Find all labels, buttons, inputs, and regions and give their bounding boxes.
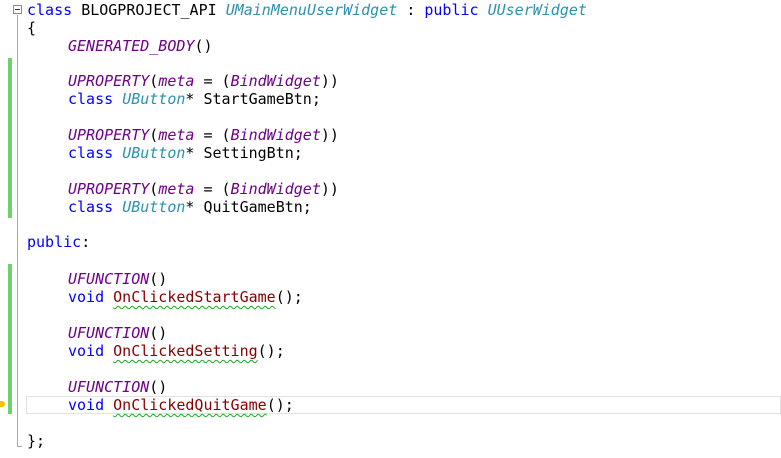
ufunction-macro: UFUNCTION xyxy=(68,270,150,288)
return-type: void xyxy=(68,396,105,414)
ufunction-parens: () xyxy=(149,378,168,396)
base-class-name: UUserWidget xyxy=(487,1,587,19)
ufunction-parens: () xyxy=(149,324,168,342)
meta-key: meta xyxy=(158,126,195,144)
function-name: OnClickedQuitGame xyxy=(113,396,267,414)
uproperty-close-parens: )) xyxy=(320,180,339,198)
code-line-class-declaration[interactable]: class BLOGPROJECT_API UMainMenuUserWidge… xyxy=(27,1,587,19)
bindwidget-specifier: BindWidget xyxy=(230,72,321,90)
code-line-ufunction[interactable]: UFUNCTION() xyxy=(68,378,167,396)
property-name: StartGameBtn; xyxy=(203,90,321,108)
code-line-uproperty[interactable]: UPROPERTY(meta = (BindWidget)) xyxy=(68,72,339,90)
uproperty-close-parens: )) xyxy=(320,72,339,90)
generated-body-parens: () xyxy=(194,37,213,55)
code-line-property-declaration[interactable]: class UButton* QuitGameBtn; xyxy=(68,198,312,216)
api-macro: BLOGPROJECT_API xyxy=(81,1,217,19)
function-name: OnClickedStartGame xyxy=(113,288,276,306)
uproperty-macro: UPROPERTY xyxy=(68,126,150,144)
code-line-ufunction[interactable]: UFUNCTION() xyxy=(68,324,167,342)
code-line-property-declaration[interactable]: class UButton* StartGameBtn; xyxy=(68,90,321,108)
code-line-function-declaration[interactable]: void OnClickedSetting(); xyxy=(68,342,285,360)
generated-body-macro: GENERATED_BODY xyxy=(68,37,195,55)
uproperty-macro: UPROPERTY xyxy=(68,180,150,198)
property-type: UButton xyxy=(122,198,186,216)
code-line-function-declaration[interactable]: void OnClickedQuitGame(); xyxy=(68,396,294,414)
outline-end xyxy=(17,446,22,447)
code-line-public-label[interactable]: public: xyxy=(27,233,90,251)
public-access-keyword: public xyxy=(27,233,82,251)
property-type: UButton xyxy=(122,90,186,108)
property-type: UButton xyxy=(122,144,186,162)
class-name: UMainMenuUserWidget xyxy=(225,1,398,19)
return-type: void xyxy=(68,288,105,306)
code-line-function-declaration[interactable]: void OnClickedStartGame(); xyxy=(68,288,303,306)
meta-equals: = xyxy=(203,126,213,144)
bindwidget-specifier: BindWidget xyxy=(230,180,321,198)
uproperty-macro: UPROPERTY xyxy=(68,72,150,90)
code-line-open-brace[interactable]: { xyxy=(27,19,36,37)
uproperty-close-parens: )) xyxy=(320,126,339,144)
ufunction-parens: () xyxy=(149,270,168,288)
return-type: void xyxy=(68,342,105,360)
code-line-generated-body[interactable]: GENERATED_BODY() xyxy=(68,37,213,55)
class-keyword: class xyxy=(27,1,73,19)
meta-key: meta xyxy=(158,72,195,90)
code-line-ufunction[interactable]: UFUNCTION() xyxy=(68,270,167,288)
code-line-uproperty[interactable]: UPROPERTY(meta = (BindWidget)) xyxy=(68,126,339,144)
ufunction-macro: UFUNCTION xyxy=(68,324,150,342)
property-name: SettingBtn; xyxy=(203,144,303,162)
meta-equals: = xyxy=(203,72,213,90)
meta-open-paren: ( xyxy=(221,126,231,144)
meta-key: meta xyxy=(158,180,195,198)
ufunction-macro: UFUNCTION xyxy=(68,378,150,396)
function-name: OnClickedSetting xyxy=(113,342,258,360)
function-call-suffix: (); xyxy=(257,342,285,360)
property-name: QuitGameBtn; xyxy=(203,198,312,216)
class-keyword: class xyxy=(68,144,114,162)
collapse-minus-icon[interactable] xyxy=(13,5,22,14)
meta-open-paren: ( xyxy=(221,72,231,90)
class-keyword: class xyxy=(68,198,114,216)
meta-open-paren: ( xyxy=(221,180,231,198)
public-colon: : xyxy=(81,233,91,251)
inheritance-colon: : xyxy=(406,1,416,19)
uproperty-open-paren: ( xyxy=(149,180,159,198)
public-keyword: public xyxy=(424,1,479,19)
code-line-uproperty[interactable]: UPROPERTY(meta = (BindWidget)) xyxy=(68,180,339,198)
function-call-suffix: (); xyxy=(275,288,303,306)
code-line-property-declaration[interactable]: class UButton* SettingBtn; xyxy=(68,144,303,162)
change-bar xyxy=(8,58,12,218)
open-brace: { xyxy=(27,19,37,37)
class-keyword: class xyxy=(68,90,114,108)
change-bar xyxy=(8,264,12,414)
uproperty-open-paren: ( xyxy=(149,72,159,90)
meta-equals: = xyxy=(203,180,213,198)
close-brace: }; xyxy=(27,432,46,450)
function-call-suffix: (); xyxy=(266,396,294,414)
uproperty-open-paren: ( xyxy=(149,126,159,144)
outline-line xyxy=(17,15,18,447)
code-editor[interactable]: class BLOGPROJECT_API UMainMenuUserWidge… xyxy=(0,0,781,458)
bindwidget-specifier: BindWidget xyxy=(230,126,321,144)
code-line-close-brace[interactable]: }; xyxy=(27,432,45,450)
